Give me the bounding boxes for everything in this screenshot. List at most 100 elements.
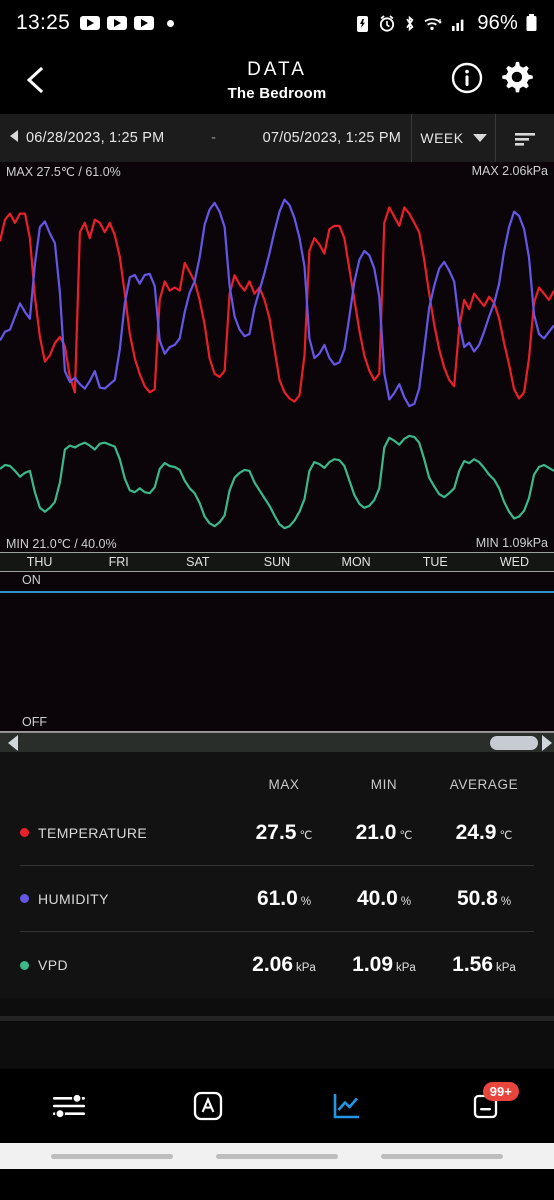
chart-day-axis: THUFRISATSUNMONTUEWED <box>0 552 554 572</box>
nav-item-auto[interactable] <box>139 1069 278 1143</box>
statistics-table: MAX MIN AVERAGE TEMPERATURE 27.5℃21.0℃24.… <box>0 752 554 998</box>
day-label: WED <box>475 555 554 569</box>
bluetooth-icon <box>403 14 416 33</box>
min-value: 1.09kPa <box>334 953 434 977</box>
scroll-right-arrow-icon[interactable] <box>542 735 552 751</box>
chevron-down-icon <box>473 134 487 142</box>
average-unit: % <box>501 896 511 908</box>
alarm-icon <box>378 14 396 33</box>
range-end-label: 07/05/2023, 1:25 PM <box>263 130 411 146</box>
sort-filter-icon <box>512 128 538 148</box>
auto-a-icon <box>188 1086 228 1126</box>
day-label: TUE <box>396 555 475 569</box>
environment-chart[interactable]: MAX 27.5℃ / 61.0% MAX 2.06kPa MIN 21.0℃ … <box>0 162 554 552</box>
table-row: VPD 2.06kPa1.09kPa1.56kPa <box>20 932 534 998</box>
state-on-label: ON <box>22 573 41 587</box>
stats-bottom-spacer <box>0 998 554 1016</box>
chevron-left-icon <box>22 65 48 95</box>
gear-icon <box>500 60 536 96</box>
dot-icon <box>167 20 174 27</box>
min-unit: ℃ <box>399 830 412 842</box>
series-name: VPD <box>38 957 68 973</box>
scrollbar-thumb[interactable] <box>490 736 538 750</box>
header-actions <box>450 60 536 101</box>
series-name: HUMIDITY <box>38 891 109 907</box>
series-label: VPD <box>20 957 234 973</box>
period-dropdown[interactable]: WEEK <box>412 114 496 162</box>
chart-plot-area <box>0 162 554 552</box>
app-screen: 13:25 <box>0 0 554 1200</box>
info-icon <box>450 61 484 95</box>
app-header: DATA The Bedroom <box>0 46 554 114</box>
legend-dot-icon <box>20 828 29 837</box>
legend-dot-icon <box>20 961 29 970</box>
scroll-left-arrow-icon[interactable] <box>8 735 18 751</box>
signal-icon <box>451 14 468 33</box>
system-gesture-bar <box>0 1143 554 1169</box>
date-range-selector[interactable]: 06/28/2023, 1:25 PM - 07/05/2023, 1:25 P… <box>0 114 412 162</box>
device-state-chart[interactable]: ON OFF <box>0 572 554 732</box>
state-off-label: OFF <box>22 715 47 729</box>
bottom-spacer <box>0 1021 554 1069</box>
day-label: FRI <box>79 555 158 569</box>
series-label: TEMPERATURE <box>20 825 234 841</box>
play-icon <box>80 16 100 30</box>
max-unit: kPa <box>296 962 316 974</box>
day-label: MON <box>317 555 396 569</box>
column-header-min: MIN <box>334 777 434 792</box>
battery-percent-label: 96% <box>477 12 518 35</box>
series-name: TEMPERATURE <box>38 825 147 841</box>
line-chart-icon <box>326 1086 366 1126</box>
battery-icon <box>525 13 538 33</box>
average-value: 50.8% <box>434 887 534 911</box>
min-unit: kPa <box>396 962 416 974</box>
day-label: SAT <box>158 555 237 569</box>
column-header-max: MAX <box>234 777 334 792</box>
previous-period-button[interactable] <box>8 128 20 148</box>
range-start-label: 06/28/2023, 1:25 PM <box>26 130 164 146</box>
average-value: 1.56kPa <box>434 953 534 977</box>
chart-horizontal-scrollbar[interactable] <box>0 732 554 752</box>
settings-button[interactable] <box>500 60 536 101</box>
max-value: 27.5℃ <box>234 821 334 845</box>
range-separator: - <box>164 130 262 146</box>
gesture-pill[interactable] <box>51 1154 173 1159</box>
info-button[interactable] <box>450 61 484 100</box>
column-header-average: AVERAGE <box>434 777 534 792</box>
status-bar-clock: 13:25 <box>16 11 70 35</box>
back-button[interactable] <box>18 63 52 97</box>
table-row: HUMIDITY 61.0%40.0%50.8% <box>20 866 534 932</box>
gesture-pill[interactable] <box>216 1154 338 1159</box>
nav-item-data[interactable] <box>277 1069 416 1143</box>
page-title: DATA <box>247 59 307 81</box>
statistics-header-row: MAX MIN AVERAGE <box>20 752 534 800</box>
max-value: 2.06kPa <box>234 953 334 977</box>
series-label: HUMIDITY <box>20 891 234 907</box>
device-state-line <box>0 591 554 593</box>
page-subtitle: The Bedroom <box>228 85 327 102</box>
filter-button[interactable] <box>496 114 554 162</box>
min-value: 40.0% <box>334 887 434 911</box>
table-row: TEMPERATURE 27.5℃21.0℃24.9℃ <box>20 800 534 866</box>
max-value: 61.0% <box>234 887 334 911</box>
nav-item-notifications[interactable]: 99+ <box>416 1069 554 1143</box>
date-range-bar: 06/28/2023, 1:25 PM - 07/05/2023, 1:25 P… <box>0 114 554 162</box>
sliders-icon <box>47 1088 91 1124</box>
max-unit: % <box>301 896 311 908</box>
status-bar: 13:25 <box>0 0 554 46</box>
average-unit: kPa <box>496 962 516 974</box>
min-value: 21.0℃ <box>334 821 434 845</box>
battery-saver-icon <box>354 14 371 33</box>
status-bar-notification-icons <box>80 16 174 30</box>
triangle-left-icon <box>8 128 20 144</box>
play-icon <box>107 16 127 30</box>
gesture-pill[interactable] <box>381 1154 503 1159</box>
nav-item-controls[interactable] <box>0 1069 139 1143</box>
period-dropdown-label: WEEK <box>420 130 463 146</box>
day-label: SUN <box>237 555 316 569</box>
play-icon <box>134 16 154 30</box>
bottom-navigation: 99+ <box>0 1069 554 1143</box>
min-unit: % <box>401 896 411 908</box>
day-label: THU <box>0 555 79 569</box>
average-value: 24.9℃ <box>434 821 534 845</box>
